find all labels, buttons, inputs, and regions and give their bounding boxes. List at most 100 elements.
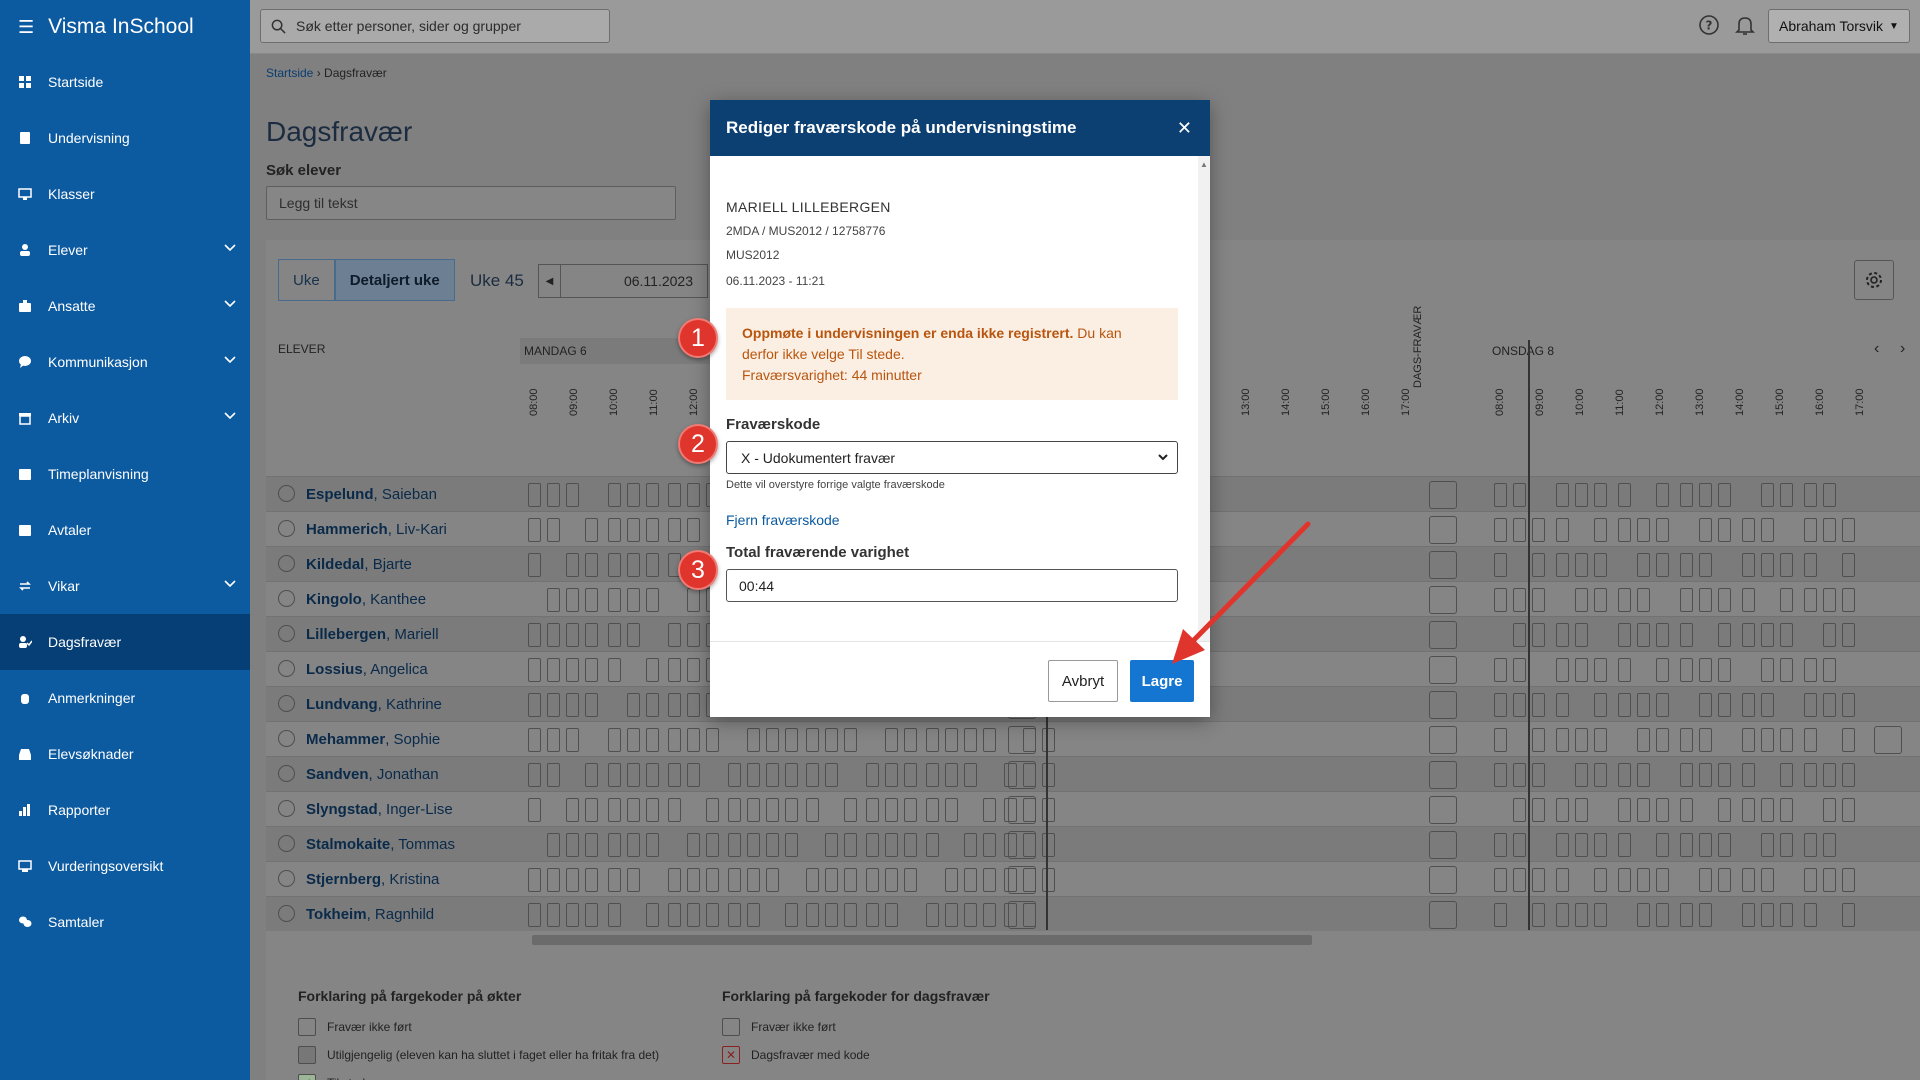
- session-cell[interactable]: [1823, 868, 1836, 892]
- chevron-down-icon[interactable]: [224, 300, 236, 308]
- session-cell[interactable]: [1532, 693, 1545, 717]
- student-name-link[interactable]: Mehammer, Sophie: [306, 731, 440, 748]
- menu-icon[interactable]: ☰: [18, 17, 34, 38]
- session-cell[interactable]: [646, 518, 659, 542]
- session-cell[interactable]: [1742, 588, 1755, 612]
- session-cell[interactable]: [1594, 728, 1607, 752]
- session-cell[interactable]: [926, 728, 939, 752]
- sidebar-item-avtaler[interactable]: Avtaler: [0, 502, 250, 558]
- session-cell[interactable]: [1804, 483, 1817, 507]
- session-cell[interactable]: [566, 903, 579, 927]
- session-cell[interactable]: [1575, 623, 1588, 647]
- session-cell[interactable]: [1637, 518, 1650, 542]
- next-day-icon[interactable]: ›: [1900, 340, 1905, 358]
- daily-absence-cell[interactable]: [1429, 831, 1457, 859]
- session-cell[interactable]: [1699, 763, 1712, 787]
- daily-absence-cell[interactable]: [1008, 796, 1036, 824]
- session-cell[interactable]: [766, 728, 779, 752]
- session-cell[interactable]: [1532, 588, 1545, 612]
- session-cell[interactable]: [926, 798, 939, 822]
- session-cell[interactable]: [566, 588, 579, 612]
- session-cell[interactable]: [1618, 868, 1631, 892]
- session-cell[interactable]: [844, 833, 857, 857]
- session-cell[interactable]: [706, 903, 719, 927]
- session-cell[interactable]: [608, 658, 621, 682]
- session-cell[interactable]: [1494, 728, 1507, 752]
- session-cell[interactable]: [566, 623, 579, 647]
- session-cell[interactable]: [627, 798, 640, 822]
- student-name-link[interactable]: Stalmokaite, Tommas: [306, 836, 455, 853]
- session-cell[interactable]: [1656, 728, 1669, 752]
- session-cell[interactable]: [1494, 588, 1507, 612]
- session-cell[interactable]: [1575, 833, 1588, 857]
- session-cell[interactable]: [1742, 763, 1755, 787]
- session-cell[interactable]: [646, 728, 659, 752]
- session-cell[interactable]: [547, 483, 560, 507]
- session-cell[interactable]: [528, 728, 541, 752]
- session-cell[interactable]: [528, 518, 541, 542]
- session-cell[interactable]: [1042, 868, 1055, 892]
- session-cell[interactable]: [1761, 658, 1774, 682]
- session-cell[interactable]: [964, 728, 977, 752]
- session-cell[interactable]: [885, 728, 898, 752]
- session-cell[interactable]: [585, 903, 598, 927]
- session-cell[interactable]: [547, 658, 560, 682]
- session-cell[interactable]: [566, 798, 579, 822]
- session-cell[interactable]: [1575, 483, 1588, 507]
- session-cell[interactable]: [627, 693, 640, 717]
- row-checkbox[interactable]: [278, 555, 295, 572]
- session-cell[interactable]: [585, 798, 598, 822]
- session-cell[interactable]: [766, 868, 779, 892]
- session-cell[interactable]: [1804, 728, 1817, 752]
- session-cell[interactable]: [687, 728, 700, 752]
- session-cell[interactable]: [668, 728, 681, 752]
- session-cell[interactable]: [926, 833, 939, 857]
- session-cell[interactable]: [866, 833, 879, 857]
- session-cell[interactable]: [585, 553, 598, 577]
- session-cell[interactable]: [1804, 868, 1817, 892]
- session-cell[interactable]: [1718, 588, 1731, 612]
- session-cell[interactable]: [825, 868, 838, 892]
- session-cell[interactable]: [1842, 518, 1855, 542]
- session-cell[interactable]: [566, 693, 579, 717]
- session-cell[interactable]: [1575, 798, 1588, 822]
- session-cell[interactable]: [1532, 903, 1545, 927]
- session-cell[interactable]: [687, 903, 700, 927]
- session-cell[interactable]: [1513, 483, 1526, 507]
- session-cell[interactable]: [983, 728, 996, 752]
- daily-absence-cell[interactable]: [1429, 796, 1457, 824]
- session-cell[interactable]: [1823, 623, 1836, 647]
- session-cell[interactable]: [608, 868, 621, 892]
- session-cell[interactable]: [885, 903, 898, 927]
- session-cell[interactable]: [668, 623, 681, 647]
- session-cell[interactable]: [904, 763, 917, 787]
- session-cell[interactable]: [1594, 553, 1607, 577]
- row-checkbox[interactable]: [278, 730, 295, 747]
- session-cell[interactable]: [1494, 763, 1507, 787]
- session-cell[interactable]: [885, 798, 898, 822]
- session-cell[interactable]: [766, 798, 779, 822]
- brand[interactable]: ☰ Visma InSchool: [0, 0, 250, 54]
- session-cell[interactable]: [1556, 868, 1569, 892]
- session-cell[interactable]: [1680, 903, 1693, 927]
- modal-scrollbar[interactable]: ▲: [1198, 156, 1210, 641]
- student-name-link[interactable]: Tokheim, Ragnhild: [306, 906, 434, 923]
- session-cell[interactable]: [964, 763, 977, 787]
- session-cell[interactable]: [646, 903, 659, 927]
- session-cell[interactable]: [1656, 623, 1669, 647]
- sidebar-item-anmerkninger[interactable]: Anmerkninger: [0, 670, 250, 726]
- session-cell[interactable]: [1699, 483, 1712, 507]
- session-cell[interactable]: [1618, 693, 1631, 717]
- session-cell[interactable]: [547, 588, 560, 612]
- session-cell[interactable]: [1761, 518, 1774, 542]
- session-cell[interactable]: [1532, 553, 1545, 577]
- session-cell[interactable]: [547, 623, 560, 647]
- session-cell[interactable]: [1637, 728, 1650, 752]
- session-cell[interactable]: [1804, 658, 1817, 682]
- session-cell[interactable]: [1556, 623, 1569, 647]
- prev-day-icon[interactable]: ‹: [1874, 340, 1879, 358]
- session-cell[interactable]: [1656, 868, 1669, 892]
- global-search-input[interactable]: Søk etter personer, sider og grupper: [260, 9, 610, 43]
- session-cell[interactable]: [1680, 763, 1693, 787]
- session-cell[interactable]: [585, 623, 598, 647]
